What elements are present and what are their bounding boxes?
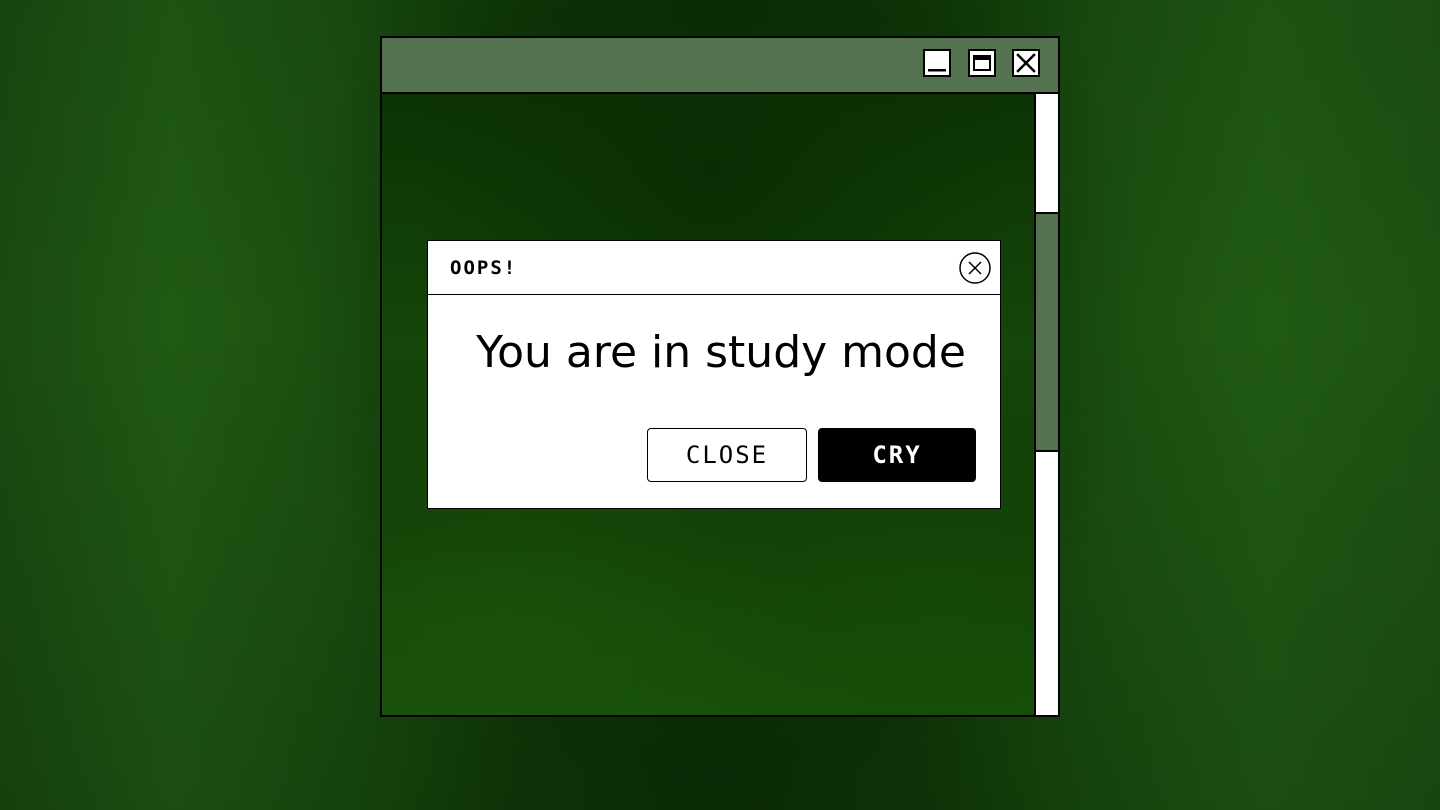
minimize-icon [928,69,946,72]
oops-dialog: OOPS! You are in study mode CLOSE CRY [427,240,1001,509]
circle-x-icon [959,252,991,284]
window-close-button[interactable] [1012,49,1040,77]
maximize-icon [973,55,991,71]
close-button[interactable]: CLOSE [647,428,807,482]
close-icon [1016,53,1036,73]
dialog-message: You are in study mode [476,327,966,378]
scroll-thumb[interactable] [1036,212,1058,452]
dialog-title: OOPS! [450,257,518,279]
cry-button[interactable]: CRY [818,428,976,482]
dialog-close-button[interactable] [958,251,992,285]
minimize-button[interactable] [923,49,951,77]
vertical-scrollbar[interactable] [1034,94,1058,715]
maximize-button[interactable] [968,49,996,77]
window-titlebar[interactable] [382,38,1058,94]
dialog-header: OOPS! [428,241,1000,295]
